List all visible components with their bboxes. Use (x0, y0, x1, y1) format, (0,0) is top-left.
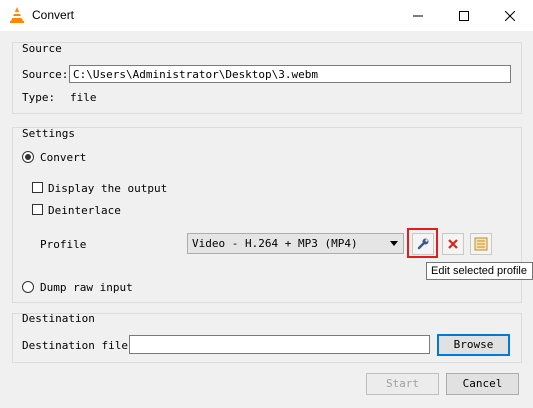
delete-icon (448, 239, 458, 249)
profile-label: Profile (40, 238, 87, 251)
destination-group-title: Destination (22, 312, 95, 325)
maximize-icon (459, 10, 469, 21)
profile-select-value: Video - H.264 + MP3 (MP4) (192, 237, 358, 250)
dump-raw-label[interactable]: Dump raw input (40, 281, 133, 294)
type-value: file (70, 91, 97, 104)
cancel-button[interactable]: Cancel (446, 373, 519, 395)
vlc-cone-icon (8, 6, 26, 24)
new-profile-icon (474, 237, 488, 251)
profile-select[interactable]: Video - H.264 + MP3 (MP4) (187, 233, 404, 254)
convert-radio[interactable] (22, 151, 34, 163)
browse-button[interactable]: Browse (437, 334, 510, 356)
dump-raw-radio[interactable] (22, 281, 34, 293)
minimize-button[interactable] (395, 0, 441, 31)
new-profile-button[interactable] (470, 233, 492, 255)
display-output-checkbox[interactable] (32, 182, 43, 193)
maximize-button[interactable] (441, 0, 487, 31)
start-button[interactable]: Start (366, 373, 439, 395)
deinterlace-checkbox[interactable] (32, 204, 43, 215)
source-label: Source: (22, 68, 69, 81)
edit-profile-tooltip: Edit selected profile (426, 262, 533, 280)
close-button[interactable] (487, 0, 533, 31)
deinterlace-label[interactable]: Deinterlace (48, 204, 121, 217)
wrench-icon (417, 238, 429, 250)
chevron-down-icon (390, 241, 398, 246)
window-title: Convert (32, 8, 75, 22)
settings-group-title: Settings (22, 127, 75, 140)
destination-file-label: Destination file: (22, 339, 135, 352)
minimize-icon (413, 15, 423, 16)
convert-label[interactable]: Convert (40, 151, 86, 164)
source-path-field[interactable]: C:\Users\Administrator\Desktop\3.webm (69, 65, 511, 83)
display-output-label[interactable]: Display the output (48, 182, 167, 195)
destination-file-input[interactable] (129, 335, 430, 354)
source-group-title: Source (22, 42, 62, 55)
type-label: Type: (22, 91, 56, 104)
edit-profile-button[interactable] (412, 233, 434, 255)
close-icon (505, 10, 515, 21)
delete-profile-button[interactable] (442, 233, 464, 255)
